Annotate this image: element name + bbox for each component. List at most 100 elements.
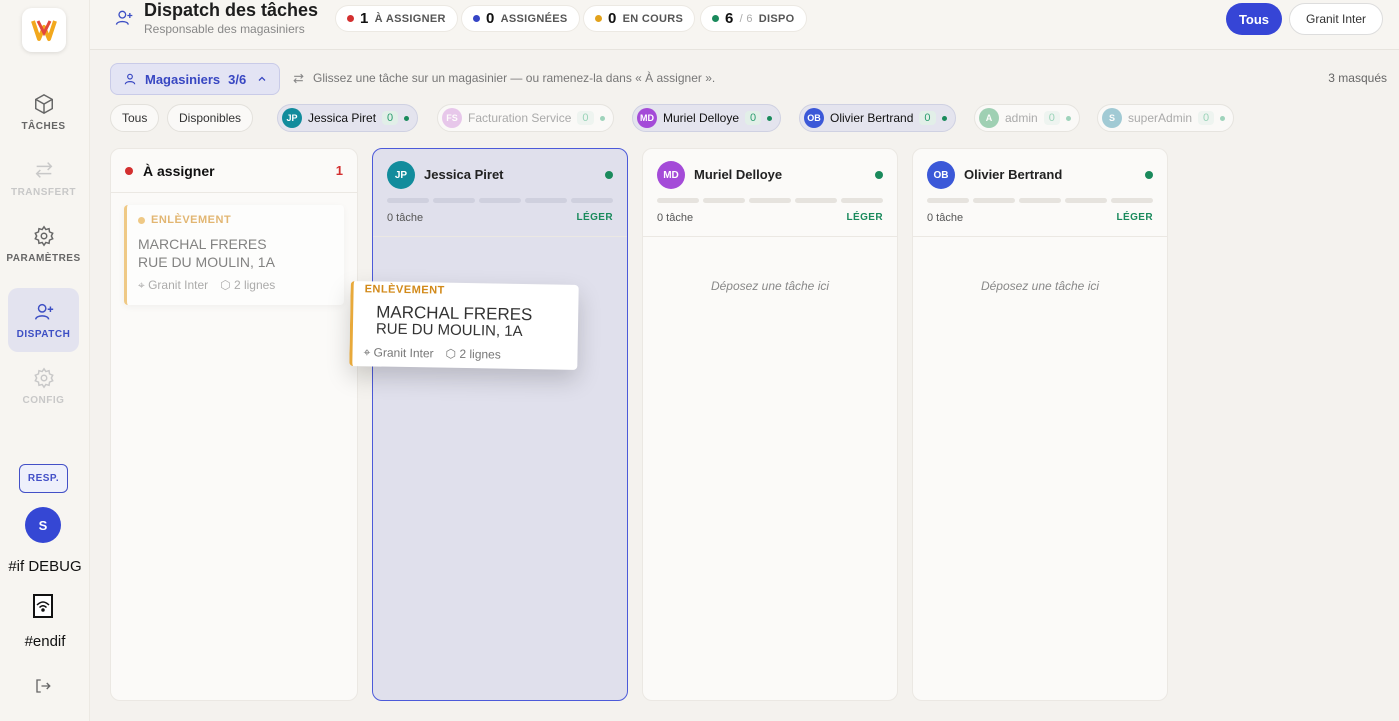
task-client-name: Granit Inter bbox=[148, 278, 209, 292]
stat-a-assigner: 1 À ASSIGNER bbox=[335, 5, 458, 32]
task-type-label: ENLÈVEMENT bbox=[151, 214, 232, 226]
status-dot bbox=[605, 171, 613, 179]
stat-count: 6 bbox=[725, 10, 734, 27]
column-title: Olivier Bertrand bbox=[964, 167, 1063, 182]
task-card-placeholder[interactable]: ENLÈVEMENT MARCHAL FRERES RUE DU MOULIN,… bbox=[124, 205, 344, 305]
column-header: JP Jessica Piret 0 tâche LÉGER bbox=[373, 149, 627, 237]
filter-granit-inter-button[interactable]: Granit Inter bbox=[1289, 3, 1383, 35]
chip-person-admin[interactable]: A admin 0 bbox=[974, 104, 1080, 132]
stat-en-cours: 0 EN COURS bbox=[583, 5, 696, 32]
nav-dispatch[interactable]: DISPATCH bbox=[8, 288, 79, 352]
transfer-icon bbox=[293, 73, 304, 83]
chevron-up-icon bbox=[258, 76, 266, 81]
chip-person-count: 0 bbox=[745, 111, 762, 125]
chip-person-name: superAdmin bbox=[1128, 111, 1193, 125]
nav-parametres[interactable]: PARAMÈTRES bbox=[6, 212, 80, 276]
column-title: À assigner bbox=[143, 162, 215, 179]
page-subtitle: Responsable des magasiniers bbox=[144, 22, 305, 36]
chip-person-facturation-service[interactable]: FS Facturation Service 0 bbox=[437, 104, 614, 132]
magasiniers-toggle[interactable]: Magasiniers 3/6 bbox=[110, 63, 280, 95]
status-dot bbox=[767, 115, 773, 121]
task-lines-count: 2 lignes bbox=[459, 346, 501, 362]
column-title: Muriel Delloye bbox=[694, 167, 783, 182]
task-client-name: Granit Inter bbox=[373, 345, 434, 361]
avatar: A bbox=[979, 108, 999, 128]
nav-config[interactable]: CONFIG bbox=[8, 354, 79, 418]
page-header: Dispatch des tâches Responsable des maga… bbox=[90, 0, 1399, 50]
column-a-assigner[interactable]: À assigner 1 ENLÈVEMENT MARCHAL FRERES R… bbox=[110, 148, 358, 701]
stat-total: / 6 bbox=[739, 12, 753, 25]
filter-tous-button[interactable]: Tous bbox=[1226, 3, 1282, 35]
drop-zone-text: Déposez une tâche ici bbox=[710, 279, 830, 293]
task-meta: ⌖ Granit Inter ⬡ 2 lignes bbox=[363, 345, 501, 362]
task-customer: MARCHAL FRERES bbox=[138, 236, 267, 252]
status-dot bbox=[1220, 115, 1226, 121]
role-badge[interactable]: RESP. bbox=[19, 464, 68, 493]
status-dot bbox=[347, 15, 354, 22]
drag-hint: Glissez une tâche sur un magasinier — ou… bbox=[292, 71, 715, 85]
column-olivier-bertrand[interactable]: OB Olivier Bertrand 0 tâche LÉGER Dépose… bbox=[912, 148, 1168, 701]
column-count: 1 bbox=[335, 163, 343, 178]
column-title: Jessica Piret bbox=[424, 167, 504, 182]
status-dot bbox=[712, 15, 719, 22]
debug-start-text: #if DEBUG bbox=[8, 558, 82, 575]
avatar: JP bbox=[282, 108, 302, 128]
column-header: OB Olivier Bertrand 0 tâche LÉGER bbox=[913, 149, 1167, 237]
avatar: MD bbox=[657, 161, 685, 189]
chip-person-name: Olivier Bertrand bbox=[830, 111, 914, 125]
stat-label: ASSIGNÉES bbox=[500, 12, 568, 25]
column-load: LÉGER bbox=[576, 212, 613, 223]
status-dot bbox=[125, 166, 133, 175]
gear-icon bbox=[33, 367, 54, 388]
task-lines: ⬡ 2 lignes bbox=[445, 346, 501, 362]
toggle-count: 3/6 bbox=[228, 71, 247, 87]
status-dot bbox=[473, 15, 480, 22]
column-muriel-delloye[interactable]: MD Muriel Delloye 0 tâche LÉGER Déposez … bbox=[642, 148, 898, 701]
status-dot bbox=[595, 15, 602, 22]
user-icon bbox=[124, 73, 136, 85]
logout-icon[interactable] bbox=[34, 677, 52, 700]
task-client: ⌖ Granit Inter bbox=[138, 278, 209, 292]
task-type: ENLÈVEMENT bbox=[365, 283, 445, 296]
chip-person-name: admin bbox=[1005, 111, 1038, 125]
task-address: RUE DU MOULIN, 1A bbox=[138, 254, 275, 270]
load-bars bbox=[927, 198, 1153, 203]
chip-person-count: 0 bbox=[1198, 111, 1215, 125]
nav-label: TÂCHES bbox=[21, 120, 66, 132]
chip-person-count: 0 bbox=[919, 111, 936, 125]
nav-taches[interactable]: TÂCHES bbox=[8, 80, 79, 144]
chip-person-muriel-delloye[interactable]: MD Muriel Delloye 0 bbox=[632, 104, 782, 132]
chip-filter-tous[interactable]: Tous bbox=[110, 104, 160, 132]
sidebar: TÂCHES TRANSFERT PARAMÈTRES DISPATCH CON… bbox=[0, 0, 90, 721]
drop-zone-text: Déposez une tâche ici bbox=[980, 279, 1100, 293]
column-load: LÉGER bbox=[1116, 212, 1153, 223]
stat-count: 0 bbox=[486, 10, 495, 27]
wifi-icon[interactable] bbox=[33, 594, 53, 618]
chip-person-superadmin[interactable]: S superAdmin 0 bbox=[1097, 104, 1235, 132]
user-plus-icon bbox=[115, 10, 133, 25]
user-avatar[interactable]: S bbox=[25, 507, 61, 543]
task-type-label: ENLÈVEMENT bbox=[364, 283, 445, 297]
hidden-count[interactable]: 3 masqués bbox=[1328, 71, 1387, 85]
load-bars bbox=[387, 198, 613, 203]
chip-person-name: Facturation Service bbox=[468, 111, 572, 125]
chip-filter-disponibles[interactable]: Disponibles bbox=[167, 104, 254, 132]
toggle-label: Magasiniers bbox=[145, 71, 221, 87]
nav-label: DISPATCH bbox=[16, 328, 71, 340]
stat-label: DISPO bbox=[758, 12, 795, 25]
task-meta: ⌖ Granit Inter ⬡ 2 lignes bbox=[138, 278, 275, 293]
cube-icon bbox=[34, 93, 53, 114]
stat-label: EN COURS bbox=[622, 12, 684, 25]
app-logo[interactable] bbox=[22, 8, 66, 52]
nav-transfert[interactable]: TRANSFERT bbox=[8, 146, 79, 210]
avatar: S bbox=[1102, 108, 1122, 128]
hint-text: Glissez une tâche sur un magasinier — ou… bbox=[313, 71, 716, 85]
chip-person-jessica-piret[interactable]: JP Jessica Piret 0 bbox=[277, 104, 419, 132]
avatar: OB bbox=[927, 161, 955, 189]
column-jessica-piret[interactable]: JP Jessica Piret 0 tâche LÉGER bbox=[372, 148, 628, 701]
chip-person-olivier-bertrand[interactable]: OB Olivier Bertrand 0 bbox=[799, 104, 956, 132]
chip-person-name: Jessica Piret bbox=[308, 111, 377, 125]
stat-dispo: 6 / 6 DISPO bbox=[700, 5, 807, 32]
column-task-count: 0 tâche bbox=[927, 212, 964, 224]
task-card-dragging[interactable]: ENLÈVEMENT MARCHAL FRERES RUE DU MOULIN,… bbox=[349, 281, 579, 370]
